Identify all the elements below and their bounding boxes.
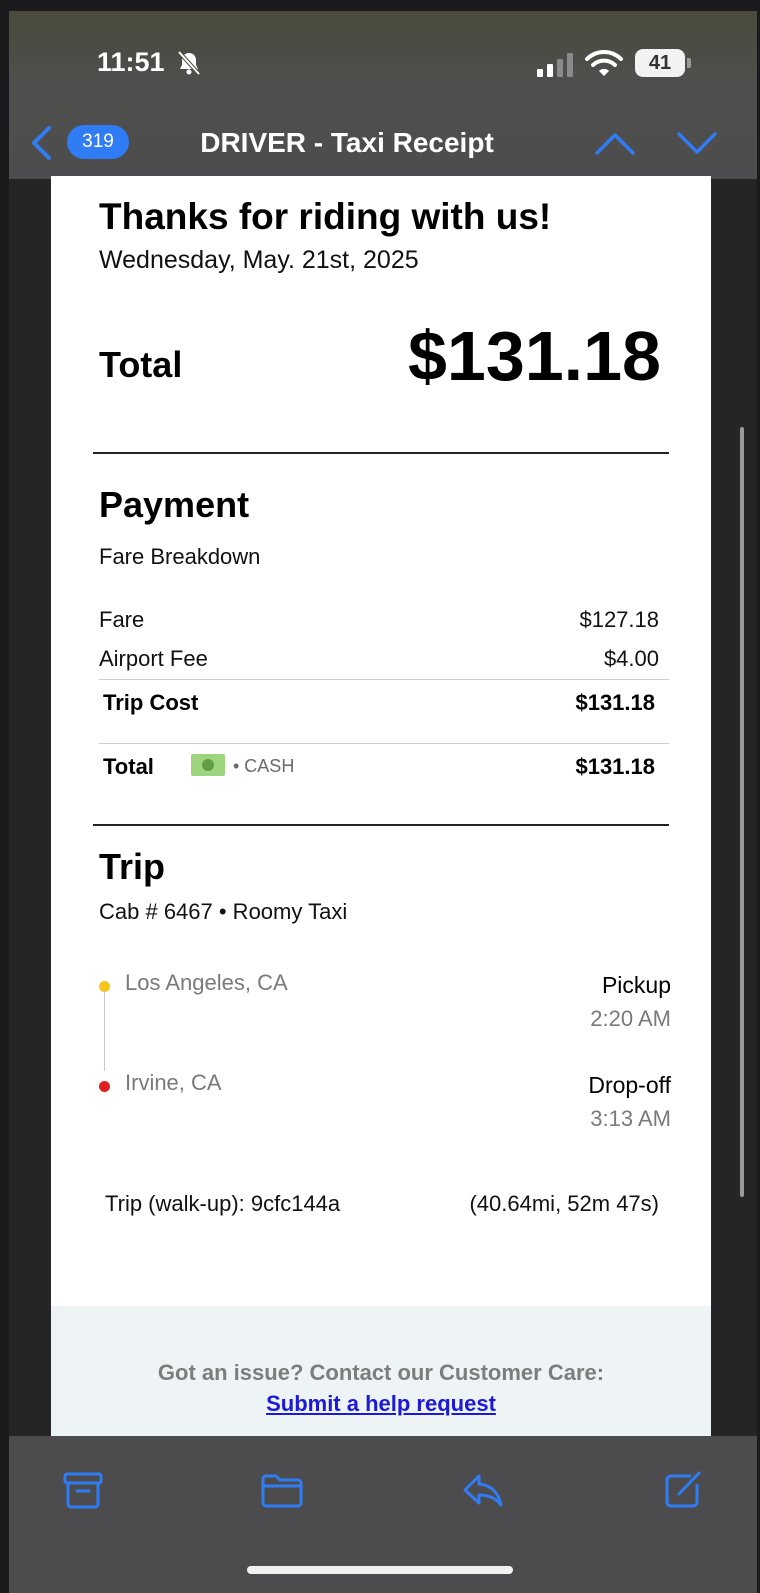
fare-value: $127.18 — [579, 607, 659, 632]
archive-icon[interactable] — [61, 1470, 105, 1510]
payment-method: • CASH — [233, 756, 295, 776]
back-chevron-icon[interactable] — [29, 125, 53, 161]
chevron-up-icon[interactable] — [593, 129, 637, 157]
trip-stats: (40.64mi, 52m 47s) — [469, 1191, 659, 1216]
pickup-time: 2:20 AM — [590, 1006, 671, 1031]
status-time: 11:51 — [97, 47, 165, 77]
section-divider — [93, 452, 669, 454]
compose-icon[interactable] — [661, 1470, 705, 1510]
wifi-icon — [585, 49, 623, 76]
cellular-signal-icon — [537, 53, 573, 77]
bell-slash-icon — [177, 50, 201, 76]
total-amount: $131.18 — [407, 317, 661, 395]
battery-level: 41 — [648, 52, 672, 74]
scrollbar[interactable] — [740, 427, 744, 1197]
message-subject: DRIVER - Taxi Receipt — [200, 127, 494, 158]
phone-screen: 11:51 41 319 DRIVER - Taxi Receipt Thank… — [9, 11, 757, 1593]
section-divider — [93, 824, 669, 826]
dropoff-label: Drop-off — [588, 1072, 671, 1098]
airport-fee-label: Airport Fee — [99, 646, 208, 671]
fare-label: Fare — [99, 607, 145, 632]
total-paid-label: Total — [103, 754, 154, 779]
airport-fee-value: $4.00 — [603, 646, 659, 671]
reply-icon[interactable] — [461, 1470, 505, 1510]
greeting-heading: Thanks for riding with us! — [99, 196, 552, 237]
bottom-toolbar — [9, 1436, 757, 1593]
home-indicator[interactable] — [247, 1566, 513, 1574]
pickup-label: Pickup — [601, 972, 671, 998]
email-body: Thanks for riding with us! Wednesday, Ma… — [51, 176, 711, 1436]
support-footer: Got an issue? Contact our Customer Care:… — [51, 1306, 711, 1436]
row-divider — [99, 743, 669, 744]
total-label: Total — [99, 344, 183, 385]
dropoff-dot — [99, 1081, 110, 1092]
pickup-location: Los Angeles, CA — [125, 970, 288, 995]
support-question: Got an issue? Contact our Customer Care: — [157, 1360, 605, 1385]
battery-icon: 41 — [635, 49, 691, 77]
top-bar: 11:51 41 319 DRIVER - Taxi Receipt — [9, 11, 757, 179]
trip-heading: Trip — [99, 846, 166, 887]
route-line — [104, 991, 105, 1071]
help-request-link[interactable]: Submit a help request — [51, 1391, 711, 1417]
cab-info: Cab # 6467 • Roomy Taxi — [99, 899, 348, 924]
payment-heading: Payment — [99, 484, 250, 525]
row-divider — [99, 679, 669, 680]
fare-breakdown-label: Fare Breakdown — [99, 544, 261, 569]
unread-count-badge[interactable]: 319 — [67, 125, 129, 159]
folder-icon[interactable] — [260, 1470, 304, 1510]
trip-cost-label: Trip Cost — [103, 690, 199, 715]
cash-icon — [191, 754, 225, 776]
dropoff-location: Irvine, CA — [125, 1070, 222, 1095]
total-paid-value: $131.18 — [575, 754, 655, 779]
trip-cost-value: $131.18 — [575, 690, 655, 715]
chevron-down-icon[interactable] — [675, 129, 719, 157]
trip-id: Trip (walk-up): 9cfc144a — [105, 1191, 341, 1216]
dropoff-time: 3:13 AM — [590, 1106, 671, 1131]
receipt-date: Wednesday, May. 21st, 2025 — [99, 246, 419, 274]
